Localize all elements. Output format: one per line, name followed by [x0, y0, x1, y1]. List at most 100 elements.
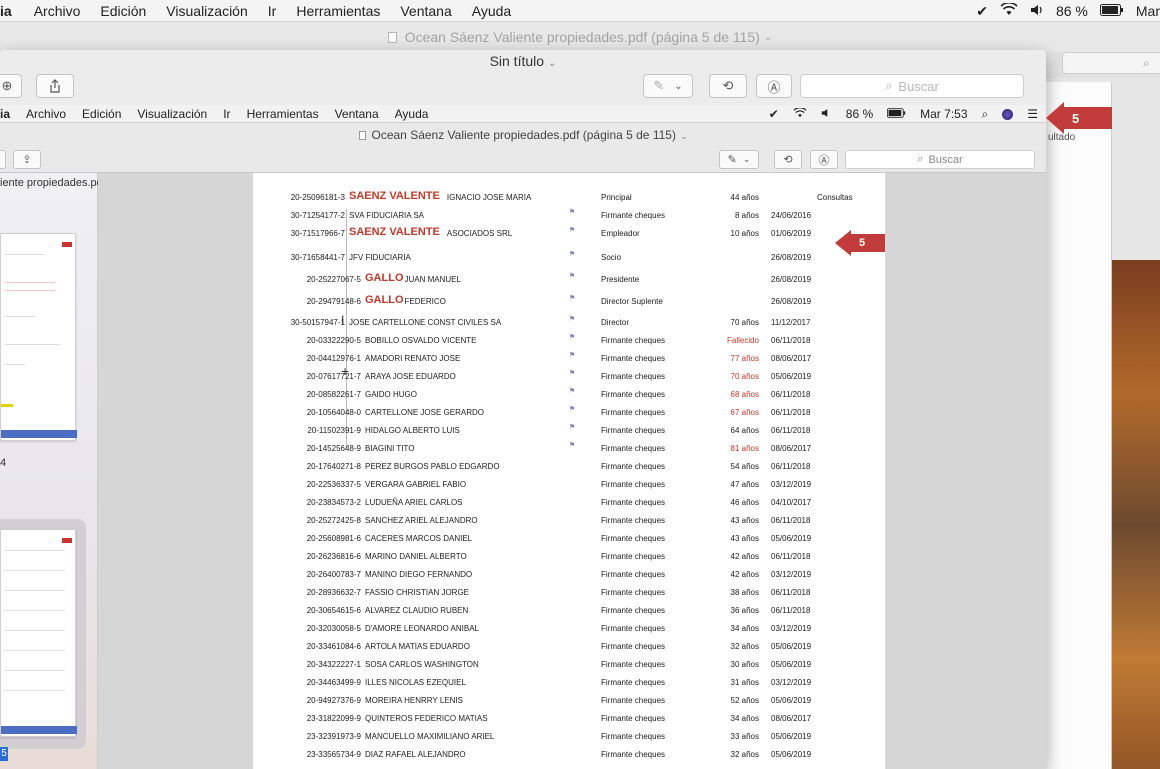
cell-age: 36 años [730, 606, 759, 615]
cell-date: 08/06/2017 [771, 444, 812, 453]
flag-icon: ⚑ [569, 334, 576, 341]
inner-menu-visualizacion: Visualización [137, 106, 208, 121]
cell-age: 33 años [730, 732, 759, 741]
cell-name: D'AMORE LEONARDO ANIBAL [365, 624, 479, 633]
cell-role: Firmante cheques [601, 498, 666, 507]
menu-ventana[interactable]: Ventana [390, 3, 461, 19]
cell-role: Firmante cheques [601, 624, 666, 633]
flag-icon: ⚑ [569, 273, 576, 280]
sidebar-filename: iente propiedades.pdf [0, 177, 106, 189]
inner-menu-edicion: Edición [82, 106, 122, 121]
cell-name: PEREZ BURGOS PABLO EDGARDO [365, 462, 500, 471]
cell-name: LUDUEÑA ARIEL CARLOS [365, 498, 463, 507]
header-consultas: Consultas [817, 193, 853, 202]
cell-date: 06/11/2018 [771, 516, 811, 525]
pdf-document-icon [387, 31, 397, 43]
menu-app[interactable]: ia [0, 3, 24, 19]
cell-name: FASSIO CHRISTIAN JORGE [365, 588, 470, 597]
thumb-line [5, 670, 65, 671]
cell-date: 05/06/2019 [771, 750, 812, 759]
cell-role: Principal [601, 193, 632, 202]
cell-role: Firmante cheques [601, 462, 666, 471]
battery-icon [887, 107, 906, 121]
cell-name: ASOCIADOS SRL [446, 229, 513, 238]
outer-document-page: ultado [1046, 82, 1112, 769]
cell-date: 08/06/2017 [771, 354, 812, 363]
zoom-button[interactable]: ⊕ [0, 74, 22, 98]
cell-role: Firmante cheques [601, 534, 666, 543]
cell-cuit: 20-25608981-6 [306, 534, 361, 543]
embedded-screenshot: ia Archivo Edición Visualización Ir Herr… [0, 105, 1046, 769]
cell-age: 31 años [730, 678, 759, 687]
cell-name: FEDERICO [404, 297, 446, 306]
markup-button[interactable]: ✎ ⌄ [643, 74, 693, 98]
annotate-button[interactable]: Ⓐ [756, 74, 792, 98]
thumb-line [5, 630, 65, 631]
cell-date: 03/12/2019 [771, 570, 812, 579]
cell-age: Fallecido [726, 336, 759, 345]
flag-icon: ⚑ [569, 406, 576, 413]
thumb-footer [1, 430, 77, 438]
battery-percent[interactable]: 86 % [1056, 3, 1088, 19]
share-button[interactable] [36, 74, 74, 98]
volume-icon[interactable] [1030, 3, 1044, 19]
search-input[interactable]: ⌕ Buscar [800, 74, 1024, 98]
cell-date: 05/06/2019 [771, 732, 812, 741]
menubar-clock[interactable]: Mar [1136, 3, 1160, 19]
menu-archivo[interactable]: Archivo [24, 3, 91, 19]
cell-date: 06/11/2018 [771, 426, 811, 435]
cell-age: 43 años [730, 516, 759, 525]
cell-role: Firmante cheques [601, 480, 666, 489]
thumb-highlight [1, 404, 13, 407]
flag-icon: ⚑ [569, 209, 576, 216]
rotate-button[interactable]: ⟲ [709, 74, 747, 98]
cell-age: 70 años [730, 372, 759, 381]
thumb-red-arrow [62, 538, 72, 543]
cell-cuit: 20-10564048-0 [306, 408, 361, 417]
cell-cuit: 30-71658441-7 [290, 253, 345, 262]
cell-role: Firmante cheques [601, 354, 666, 363]
menu-herramientas[interactable]: Herramientas [286, 3, 390, 19]
checkmark-status-icon[interactable]: ✔ [976, 3, 988, 20]
cell-name: CACERES MARCOS DANIEL [365, 534, 473, 543]
menu-ir[interactable]: Ir [258, 3, 287, 19]
battery-icon[interactable] [1099, 3, 1124, 19]
cell-role: Firmante cheques [601, 588, 666, 597]
cell-age: 8 años [734, 211, 759, 220]
cell-role: Firmante cheques [601, 732, 666, 741]
cell-age: 10 años [730, 229, 759, 238]
cell-date: 06/11/2018 [771, 408, 811, 417]
cell-cuit: 20-94927376-9 [306, 696, 361, 705]
cell-date: 26/08/2019 [771, 297, 812, 306]
cell-date: 26/08/2019 [771, 275, 812, 284]
cell-cuit: 20-22536337-5 [306, 480, 361, 489]
chevron-down-icon[interactable]: ⌄ [548, 58, 556, 69]
cell-name: MARINO DANIEL ALBERTO [365, 552, 467, 561]
cell-role: Firmante cheques [601, 606, 666, 615]
cell-role: Firmante cheques [601, 678, 666, 687]
cell-age: 70 años [730, 318, 759, 327]
cell-role: Firmante cheques [601, 570, 666, 579]
rotate-icon: ⟲ [722, 78, 734, 93]
arrow-head [835, 230, 851, 256]
cell-date: 08/06/2017 [771, 714, 812, 723]
cell-cuit: 20-14525648-9 [306, 444, 361, 453]
wifi-icon[interactable] [1000, 2, 1018, 19]
cell-cuit: 20-34322227-1 [306, 660, 361, 669]
front-window-title: Sin título ⌄ [0, 50, 1046, 72]
cell-name: MANCUELLO MAXIMILIANO ARIEL [365, 732, 495, 741]
outer-search-field[interactable]: ⌕ [1062, 52, 1160, 74]
chevron-down-icon[interactable]: ⌄ [764, 32, 772, 43]
cell-age: 81 años [730, 444, 759, 453]
thumb-line [5, 650, 65, 651]
notification-center-icon: ☰ [1027, 107, 1038, 121]
cell-role: Firmante cheques [601, 696, 666, 705]
cell-age: 64 años [730, 426, 759, 435]
cell-role: Firmante cheques [601, 408, 666, 417]
menu-ayuda[interactable]: Ayuda [462, 3, 521, 19]
checkmark-status-icon: ✔ [768, 107, 779, 121]
inner-menu-archivo: Archivo [26, 106, 67, 121]
menu-edicion[interactable]: Edición [90, 3, 156, 19]
menu-visualizacion[interactable]: Visualización [156, 3, 257, 19]
cell-highlighted-surname: SAENZ VALENTE [349, 226, 440, 238]
